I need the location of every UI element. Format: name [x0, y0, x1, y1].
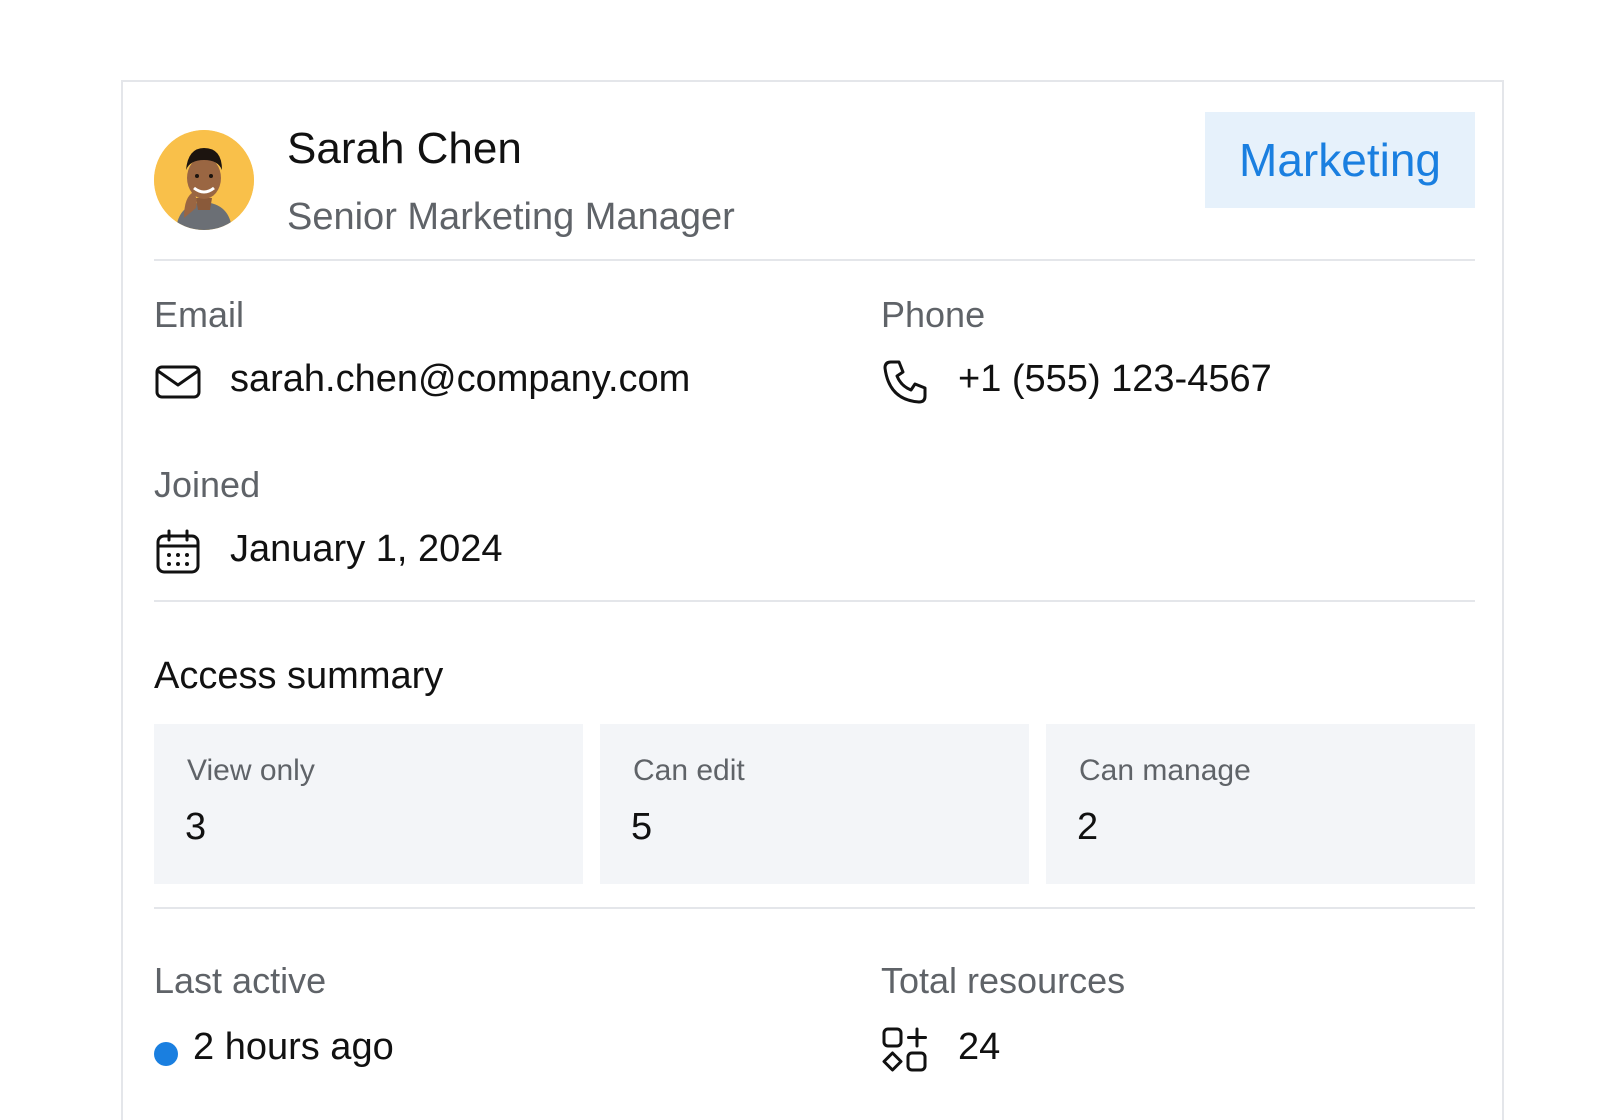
divider: [154, 907, 1475, 909]
department-badge: Marketing: [1205, 112, 1475, 208]
person-avatar-icon: [154, 130, 254, 230]
joined-label: Joined: [154, 464, 261, 505]
avatar: [154, 130, 254, 230]
status-dot-icon: [154, 1042, 178, 1066]
last-active-value: 2 hours ago: [193, 1026, 394, 1068]
user-profile-card: Sarah Chen Senior Marketing Manager Mark…: [121, 80, 1504, 1120]
stat-value: 2: [1077, 806, 1099, 848]
joined-value: January 1, 2024: [230, 528, 503, 570]
access-can-edit: Can edit 5: [600, 724, 1029, 884]
last-active-label: Last active: [154, 960, 327, 1001]
apps-icon: [882, 1027, 927, 1072]
stat-value: 5: [631, 806, 653, 848]
total-resources-label: Total resources: [881, 960, 1126, 1001]
mail-icon: [155, 365, 201, 399]
calendar-icon: [156, 529, 200, 574]
stat-label: Can manage: [1079, 754, 1251, 787]
user-job-title: Senior Marketing Manager: [287, 196, 735, 238]
email-label: Email: [154, 294, 245, 335]
access-can-manage: Can manage 2: [1046, 724, 1475, 884]
total-resources-value: 24: [958, 1026, 1001, 1068]
stat-label: View only: [187, 754, 315, 787]
phone-icon: [883, 360, 927, 404]
divider: [154, 600, 1475, 602]
divider: [154, 259, 1475, 261]
access-view-only: View only 3: [154, 724, 583, 884]
user-name: Sarah Chen: [287, 124, 522, 173]
phone-label: Phone: [881, 294, 986, 335]
stat-label: Can edit: [633, 754, 745, 787]
access-summary-title: Access summary: [154, 655, 444, 697]
phone-value[interactable]: +1 (555) 123-4567: [958, 358, 1272, 401]
stat-value: 3: [185, 806, 207, 848]
email-value[interactable]: sarah.chen@company.com: [230, 358, 690, 401]
